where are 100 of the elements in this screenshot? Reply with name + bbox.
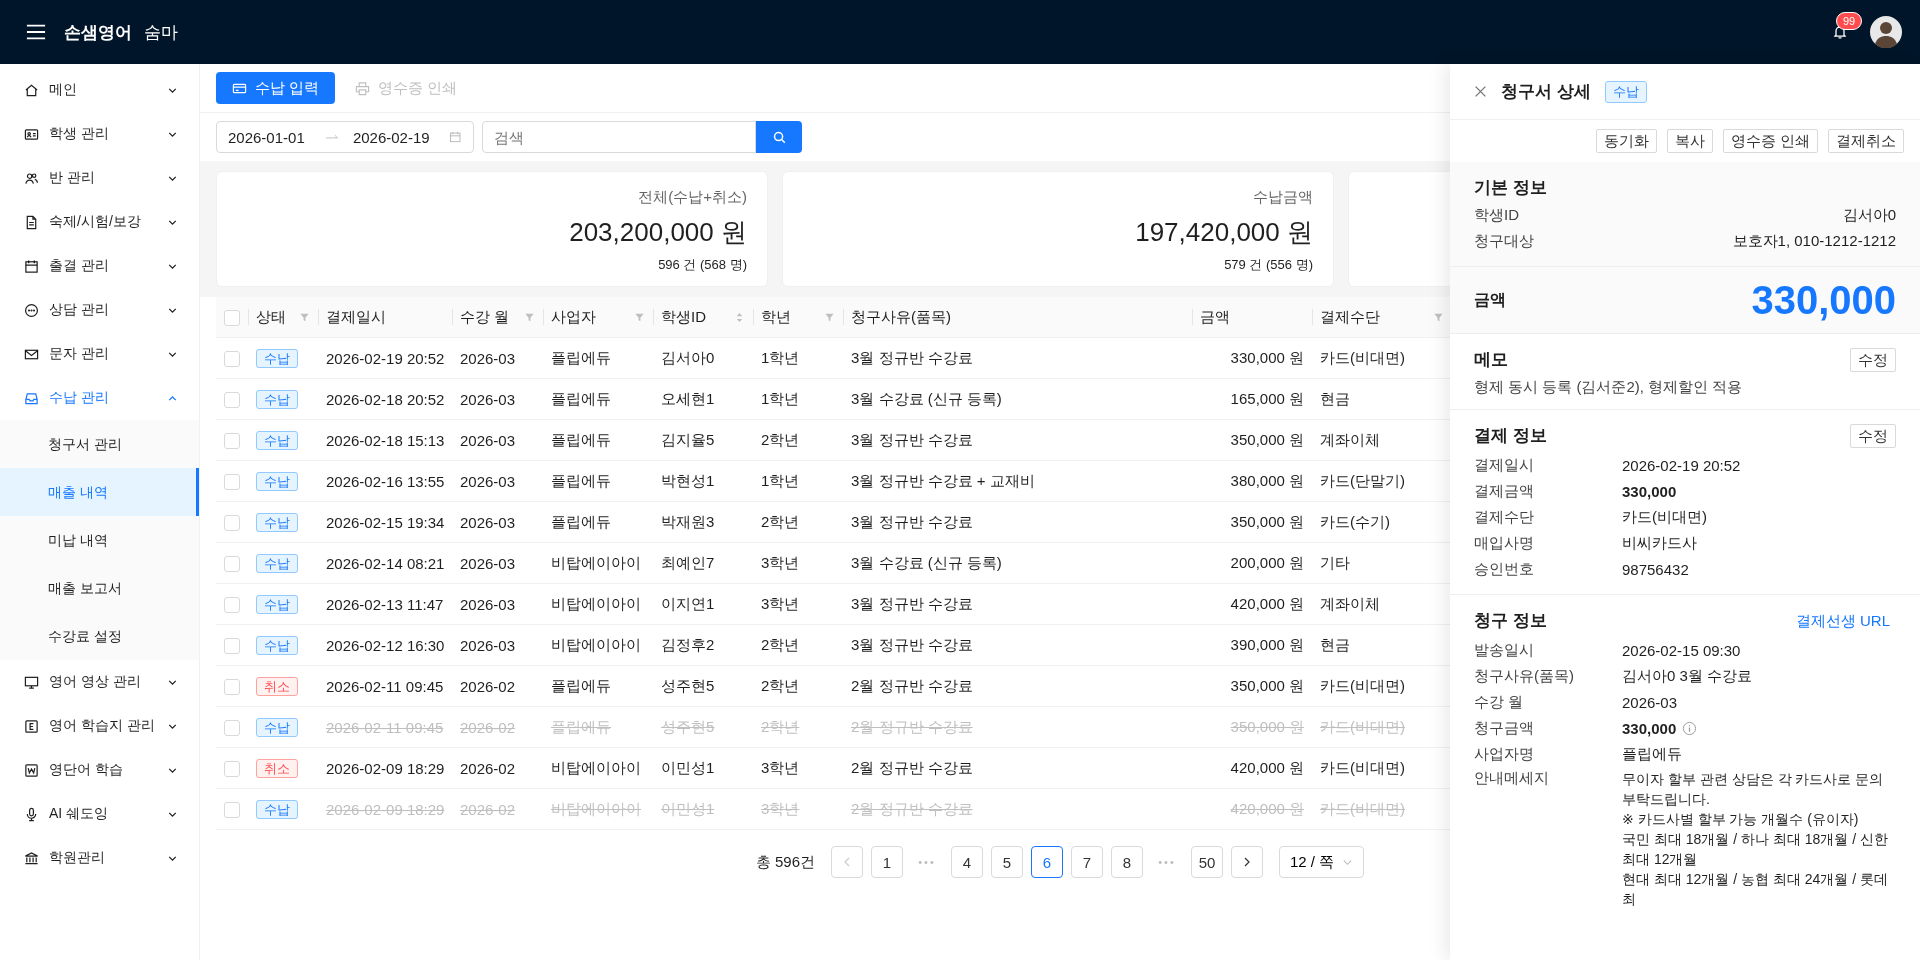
sidebar-item[interactable]: 상담 관리 <box>0 288 199 332</box>
month-cell: 2026-03 <box>460 390 516 408</box>
student-id-cell: 최예인7 <box>661 553 715 571</box>
sidebar-item[interactable]: 문자 관리 <box>0 332 199 376</box>
grade-cell: 1학년 <box>761 471 800 489</box>
sidebar-item[interactable]: 수납 관리 <box>0 376 199 420</box>
search-button[interactable] <box>756 121 802 153</box>
row-checkbox[interactable] <box>224 556 240 572</box>
row-checkbox[interactable] <box>224 802 240 818</box>
row-checkbox[interactable] <box>224 720 240 736</box>
reason-cell: 3월 정규반 수강료 <box>851 635 973 653</box>
amount-cell: 200,000 원 <box>1230 553 1304 571</box>
filter-icon[interactable] <box>824 311 835 323</box>
row-checkbox[interactable] <box>224 392 240 408</box>
column-header[interactable]: 사업자 <box>543 297 653 338</box>
sidebar-item[interactable]: AI 쉐도잉 <box>0 792 199 836</box>
column-header[interactable]: 상태 <box>248 297 318 338</box>
sidebar-item[interactable]: 학원관리 <box>0 836 199 880</box>
drawer-action-button[interactable]: 복사 <box>1666 129 1713 153</box>
sidebar-item[interactable]: 영어 영상 관리 <box>0 660 199 704</box>
select-all-checkbox[interactable] <box>224 310 240 326</box>
info-icon[interactable] <box>1682 720 1698 736</box>
edit-button[interactable]: 수정 <box>1850 348 1896 372</box>
drawer-action-button[interactable]: 결제취소 <box>1828 129 1904 153</box>
sidebar-item[interactable]: 출결 관리 <box>0 244 199 288</box>
row-checkbox[interactable] <box>224 433 240 449</box>
date-cell: 2026-02-18 15:13 <box>326 431 445 449</box>
drawer-action-button[interactable]: 동기화 <box>1595 129 1657 153</box>
submenu-item[interactable]: 수강료 설정 <box>0 612 199 660</box>
filter-icon[interactable] <box>299 311 310 323</box>
student-id-cell: 박재원3 <box>661 512 715 530</box>
section-title: 메모 <box>1474 349 1508 371</box>
student-id-cell: 이지연1 <box>661 594 715 612</box>
card-amount: 197,420,000 원 <box>1135 216 1313 249</box>
column-header[interactable]: 결제수단 <box>1312 297 1452 338</box>
search-field[interactable]: 검색 <box>482 121 756 153</box>
close-icon[interactable] <box>1474 85 1487 98</box>
page-button[interactable]: 4 <box>951 846 983 878</box>
notice-text: 국민 최대 18개월 / 하나 최대 18개월 / 신한 최대 12개월 <box>1622 830 1890 869</box>
page-button[interactable]: 1 <box>871 846 903 878</box>
column-header[interactable]: 학생ID <box>653 297 753 338</box>
filter-icon[interactable] <box>634 311 645 323</box>
filter-icon[interactable] <box>524 311 535 323</box>
row-checkbox[interactable] <box>224 474 240 490</box>
submenu-item[interactable]: 청구서 관리 <box>0 420 199 468</box>
submenu-item[interactable]: 매출 보고서 <box>0 564 199 612</box>
sidebar-item[interactable]: 학생 관리 <box>0 112 199 156</box>
page-button[interactable]: 7 <box>1071 846 1103 878</box>
status-tag: 수납 <box>256 389 298 409</box>
sort-icon[interactable] <box>734 311 745 323</box>
avatar-icon[interactable] <box>1870 16 1902 48</box>
date-range-field[interactable]: 2026-01-01 2026-02-19 <box>216 121 474 153</box>
submenu-item[interactable]: 미납 내역 <box>0 516 199 564</box>
drawer-action-button[interactable]: 영수증 인쇄 <box>1722 129 1818 153</box>
student-id-cell: 김지율5 <box>661 430 715 448</box>
field-label: 발송일시 <box>1474 640 1535 660</box>
row-checkbox[interactable] <box>224 638 240 654</box>
page-size-select[interactable]: 12 / 쪽 <box>1279 846 1365 878</box>
sidebar-item[interactable]: 영단어 학습 <box>0 748 199 792</box>
page-button[interactable]: 6 <box>1031 846 1063 878</box>
column-header[interactable]: 청구사유(품목) <box>843 297 1192 338</box>
sidebar-item[interactable]: 영어 학습지 관리 <box>0 704 199 748</box>
sidebar-item[interactable]: 숙제/시험/보강 <box>0 200 199 244</box>
status-tag: 취소 <box>256 676 298 696</box>
section-title: 기본 정보 <box>1474 177 1548 199</box>
column-header[interactable]: 금액 <box>1192 297 1312 338</box>
amount-cell: 350,000 원 <box>1230 676 1304 694</box>
month-cell: 2026-03 <box>460 554 516 572</box>
row-checkbox[interactable] <box>224 351 240 367</box>
next-page-button[interactable] <box>1231 846 1263 878</box>
row-checkbox[interactable] <box>224 515 240 531</box>
row-checkbox[interactable] <box>224 679 240 695</box>
submenu-item[interactable]: 매출 내역 <box>0 468 199 516</box>
row-checkbox[interactable] <box>224 597 240 613</box>
column-header[interactable]: 수강 월 <box>452 297 543 338</box>
field-label: 결제금액 <box>1474 481 1535 501</box>
column-header[interactable]: 학년 <box>753 297 843 338</box>
reason-cell: 2월 정규반 수강료 <box>851 799 973 817</box>
sidebar-item[interactable]: 메인 <box>0 68 199 112</box>
page-button[interactable]: 8 <box>1111 846 1143 878</box>
amount-cell: 350,000 원 <box>1230 717 1304 735</box>
column-header[interactable]: 결제일시 <box>318 297 452 338</box>
menu-icon[interactable] <box>26 23 46 41</box>
payment-entry-button[interactable]: 수납 입력 <box>216 72 336 104</box>
id-card-icon <box>24 126 39 142</box>
chat-icon <box>24 302 39 318</box>
payment-url-link[interactable]: 결제선생 URL <box>1795 611 1890 631</box>
edit-button[interactable]: 수정 <box>1850 424 1896 448</box>
method-cell: 현금 <box>1320 389 1350 407</box>
field-label: 학생ID <box>1474 205 1519 225</box>
filter-icon[interactable] <box>1433 311 1444 323</box>
page-button[interactable]: 5 <box>991 846 1023 878</box>
bank-icon <box>24 850 39 866</box>
sidebar-item[interactable]: 반 관리 <box>0 156 199 200</box>
bell-icon[interactable] <box>1832 24 1848 40</box>
business-cell: 플립에듀 <box>551 512 611 530</box>
row-checkbox[interactable] <box>224 761 240 777</box>
grade-cell: 2학년 <box>761 430 800 448</box>
page-button[interactable]: 50 <box>1191 846 1223 878</box>
section-title: 결제 정보 <box>1474 425 1547 447</box>
